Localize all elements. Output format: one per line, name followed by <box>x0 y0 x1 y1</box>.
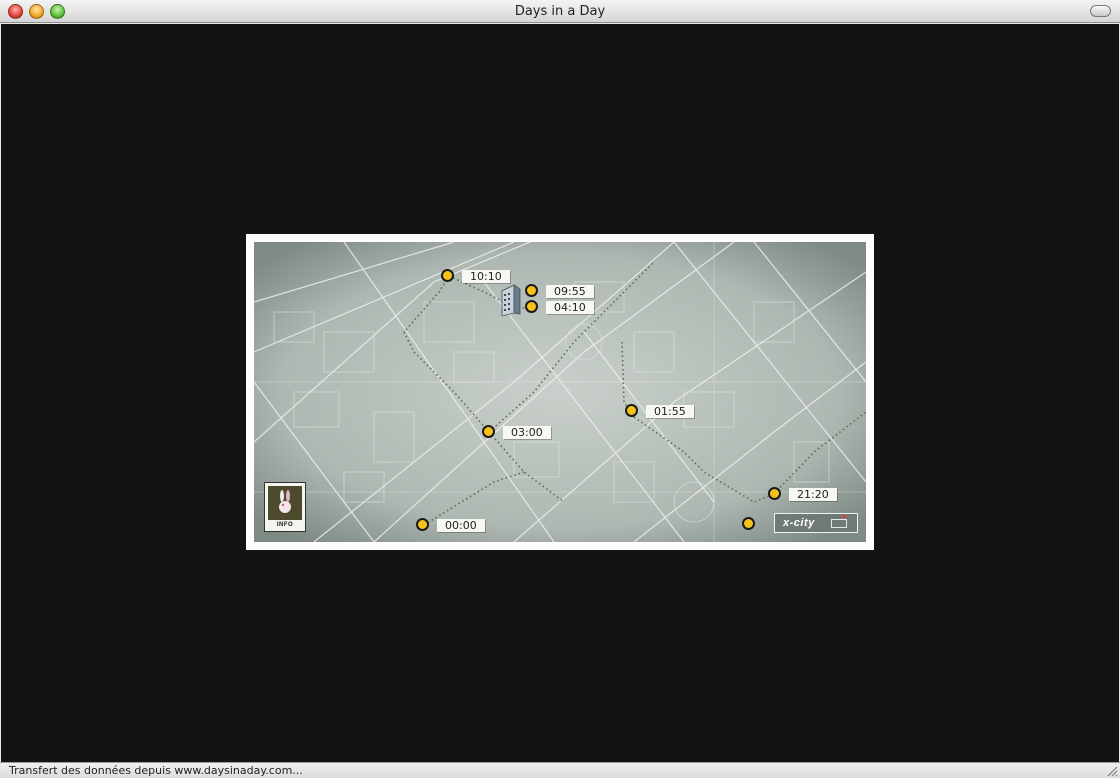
time-label-1010[interactable]: 10:10 <box>462 270 510 283</box>
resize-grip-icon[interactable] <box>1105 764 1118 777</box>
status-bar: Transfert des données depuis www.daysina… <box>0 762 1120 778</box>
x-city-logo-text: x-city <box>783 517 815 529</box>
time-marker-0300[interactable] <box>482 425 495 438</box>
time-label-2120[interactable]: 21:20 <box>789 488 837 501</box>
toolbar-toggle-button[interactable] <box>1090 5 1111 17</box>
rabbit-icon <box>268 486 302 520</box>
info-label: INFO <box>276 522 294 528</box>
x-city-logo[interactable]: x-city <box>774 513 858 533</box>
time-marker-2120[interactable] <box>768 487 781 500</box>
city-map[interactable]: 10:10 09:55 04:10 03:00 01:55 21:20 00:0… <box>254 242 866 542</box>
time-marker-0410[interactable] <box>525 300 538 313</box>
status-text: Transfert des données depuis www.daysina… <box>9 764 303 777</box>
time-marker-0000[interactable] <box>416 518 429 531</box>
info-button[interactable]: INFO <box>264 482 306 532</box>
time-marker-partial[interactable] <box>742 517 755 530</box>
time-label-0410[interactable]: 04:10 <box>546 301 594 314</box>
time-label-0155[interactable]: 01:55 <box>646 405 694 418</box>
location-dot-icon <box>843 515 846 518</box>
time-label-0955[interactable]: 09:55 <box>546 285 594 298</box>
minimap-icon <box>831 519 847 528</box>
time-label-0300[interactable]: 03:00 <box>503 426 551 439</box>
content-area: 10:10 09:55 04:10 03:00 01:55 21:20 00:0… <box>1 24 1119 762</box>
map-frame: 10:10 09:55 04:10 03:00 01:55 21:20 00:0… <box>246 234 874 550</box>
title-bar[interactable]: Days in a Day <box>0 0 1120 23</box>
app-window: Days in a Day 10:10 09:55 04:10 03:00 01… <box>0 0 1120 778</box>
time-marker-0155[interactable] <box>625 404 638 417</box>
time-marker-1010[interactable] <box>441 269 454 282</box>
time-marker-0955[interactable] <box>525 284 538 297</box>
window-title: Days in a Day <box>514 4 606 19</box>
building-icon <box>501 284 521 316</box>
time-label-0000[interactable]: 00:00 <box>437 519 485 532</box>
